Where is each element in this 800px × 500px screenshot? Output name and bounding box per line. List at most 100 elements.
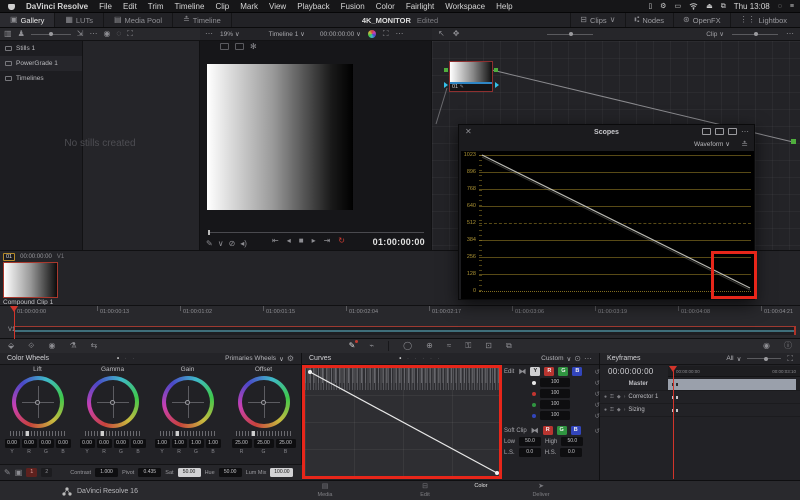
sizing-icon[interactable]: ⊡ [485, 342, 492, 350]
display-icon[interactable]: ⧉ [721, 3, 726, 10]
quad-view-icon[interactable] [728, 128, 737, 135]
single-view-icon[interactable] [702, 128, 711, 135]
gamma-master-slider[interactable] [85, 431, 141, 436]
key-icon[interactable]: ⚿ [465, 342, 471, 350]
color-wheels-icon[interactable]: ◉ [48, 342, 55, 350]
low-value[interactable]: 50.0 [519, 437, 541, 446]
still-wipe-icon[interactable] [220, 43, 229, 50]
album-timelines[interactable]: Timelines [0, 71, 82, 86]
wheels-page-1[interactable]: 1 [26, 468, 37, 477]
auto-balance-icon[interactable]: ✎ [4, 469, 11, 477]
lock-icon[interactable]: ⚿ [610, 407, 614, 413]
g-curve-value[interactable]: 100 [540, 400, 570, 409]
lift-color-wheel[interactable] [12, 376, 64, 428]
expand-icon[interactable]: ⛶ [383, 30, 389, 38]
offset-color-wheel[interactable] [238, 376, 290, 428]
tab-luts[interactable]: ▦LUTs [55, 13, 104, 27]
wheels-mode-select[interactable]: Primaries Wheels ∨ ⚙ [225, 355, 294, 363]
more-icon[interactable]: ⋯ [395, 30, 403, 38]
offset-b-value[interactable]: 25.00 [276, 439, 296, 448]
sc-g-button[interactable]: G [557, 426, 567, 435]
dual-view-icon[interactable] [715, 128, 724, 135]
timeline-playhead[interactable] [10, 306, 18, 312]
camera-raw-icon[interactable]: ⬙ [8, 342, 14, 350]
tab-media-pool[interactable]: ▤Media Pool [104, 13, 173, 27]
nodes-button[interactable]: ⑆Nodes [625, 13, 674, 27]
user-icon[interactable]: ♟ [18, 30, 25, 38]
more-icon[interactable]: ⋯ [205, 30, 213, 38]
viewer-image[interactable] [207, 64, 353, 210]
page-dots[interactable]: • · · · · · [399, 356, 441, 362]
offset-master-slider[interactable] [236, 431, 292, 436]
viewer-zoom-select[interactable]: 19% ∨ [220, 30, 240, 38]
menu-list-icon[interactable]: ≡ [790, 3, 794, 10]
b-curve-value[interactable]: 100 [540, 411, 570, 420]
keyframes-zoom-slider[interactable] [747, 358, 781, 359]
lift-r-value[interactable]: 0.00 [22, 439, 37, 448]
channel-g-button[interactable]: G [558, 367, 568, 376]
data-burn-icon[interactable]: ◉ [763, 342, 770, 350]
page-deliver[interactable]: ➤Deliver [521, 483, 561, 498]
lift-master-slider[interactable] [10, 431, 66, 436]
sc-b-button[interactable]: B [571, 426, 581, 435]
sc-r-button[interactable]: R [543, 426, 553, 435]
stereo-3d-icon[interactable]: ⧉ [506, 342, 512, 350]
import-still-icon[interactable]: ⇲ [77, 30, 84, 38]
sat-value[interactable]: 50.00 [178, 468, 201, 477]
qualifier-icon[interactable]: ⌁ [369, 342, 374, 350]
keyboard-icon[interactable]: ▭ [674, 3, 681, 10]
channel-b-button[interactable]: B [572, 367, 582, 376]
channel-r-button[interactable]: R [544, 367, 554, 376]
close-icon[interactable]: ✕ [465, 128, 472, 136]
channel-y-button[interactable]: Y [530, 367, 540, 376]
menu-clip[interactable]: Clip [215, 2, 229, 11]
page-dots[interactable]: • · · [117, 356, 136, 362]
color-viewer-icon[interactable] [368, 30, 376, 38]
go-to-end-button[interactable]: ⇥ [324, 237, 331, 245]
bypass-icon[interactable]: ⊘ [229, 240, 236, 248]
search-icon[interactable]: ◌ [778, 3, 782, 10]
keyframes-filter-select[interactable]: All ∨ [726, 355, 741, 363]
record-icon[interactable]: ◉ [103, 30, 110, 38]
highlight-icon[interactable]: ✻ [250, 43, 257, 51]
chevron-right-icon[interactable]: › [624, 394, 626, 400]
split-screen-icon[interactable] [235, 43, 244, 50]
keyframe-row-master[interactable]: Master [600, 378, 800, 391]
fullscreen-icon[interactable]: ⛶ [127, 30, 133, 38]
keyframes-ruler[interactable]: 00:00:00:00 00:00:03:10 [668, 366, 800, 377]
album-powergrade[interactable]: PowerGrade 1 [0, 56, 82, 71]
eject-icon[interactable]: ⏏ [706, 3, 713, 10]
lift-g-value[interactable]: 0.00 [39, 439, 54, 448]
tracker-icon[interactable]: ⊕ [426, 342, 433, 350]
contrast-value[interactable]: 1.000 [95, 468, 118, 477]
low-softness-value[interactable]: 0.0 [519, 448, 541, 457]
scope-mode-select[interactable]: Waveform ∨ [694, 140, 730, 148]
gamma-g-value[interactable]: 0.00 [114, 439, 129, 448]
mini-timeline[interactable]: 01:00:00:00 01:00:00:13 01:00:01:02 01:0… [0, 305, 800, 338]
panel-toggle-icon[interactable]: ▥ [4, 30, 12, 38]
page-media[interactable]: ▤Media [305, 483, 345, 498]
y-curve-value[interactable]: 100 [540, 378, 570, 387]
gain-r-value[interactable]: 1.00 [172, 439, 187, 448]
search-icon[interactable]: ◌ [116, 30, 121, 38]
color-match-icon[interactable]: ⟐ [28, 342, 34, 350]
node-key-input[interactable] [444, 82, 448, 88]
menu-timeline[interactable]: Timeline [175, 2, 205, 11]
pivot-value[interactable]: 0.435 [138, 468, 161, 477]
play-button[interactable]: ▸ [312, 237, 316, 245]
clips-button[interactable]: ⊟Clips∨ [570, 13, 624, 27]
gamma-r-value[interactable]: 0.00 [97, 439, 112, 448]
gear-icon[interactable]: ⚙ [660, 3, 666, 10]
viewer-timecode-select[interactable]: 00:00:00:00 ∨ [320, 30, 361, 38]
annotation-pen-icon[interactable]: ✎ [206, 240, 213, 248]
offset-r-value[interactable]: 25.00 [232, 439, 252, 448]
blur-icon[interactable]: ≈ [447, 342, 451, 350]
enable-dot-icon[interactable]: ● [604, 394, 607, 400]
chevron-right-icon[interactable]: › [624, 407, 626, 413]
grid-view-icon[interactable]: ⋯ [89, 30, 97, 38]
gain-color-wheel[interactable] [162, 376, 214, 428]
keyframe-row-sizing[interactable]: ●⚿◆› Sizing [600, 404, 800, 417]
gamma-b-value[interactable]: 0.00 [131, 439, 146, 448]
gamma-y-value[interactable]: 0.00 [80, 439, 95, 448]
node-key-output[interactable] [495, 82, 499, 88]
